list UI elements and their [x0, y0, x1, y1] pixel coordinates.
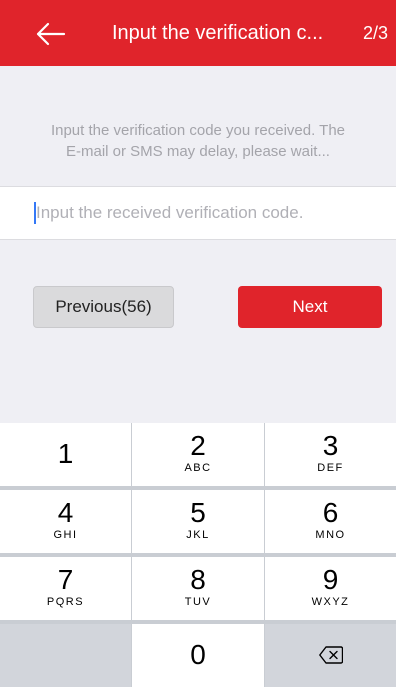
key-letters: MNO	[315, 529, 346, 541]
key-blank	[0, 624, 131, 687]
key-7[interactable]: 7 PQRS	[0, 557, 131, 620]
key-digit: 7	[57, 564, 74, 595]
header-bar: Input the verification c... 2/3	[0, 0, 396, 66]
key-digit: 5	[190, 497, 206, 528]
key-letters: ABC	[184, 462, 212, 474]
instruction-line-1: Input the verification code you received…	[50, 122, 346, 139]
arrow-left-icon[interactable]	[36, 22, 66, 46]
previous-button[interactable]: Previous(56)	[33, 286, 174, 328]
page-title: Input the verification c...	[112, 22, 324, 44]
key-letters: PQRS	[46, 596, 85, 608]
key-letters: GHI	[53, 529, 78, 541]
key-digit: 4	[57, 497, 74, 528]
key-6[interactable]: 6 MNO	[265, 490, 396, 553]
verification-code-row	[0, 186, 396, 240]
key-digit: 0	[190, 639, 206, 670]
key-digit: 1	[57, 438, 74, 469]
key-digit: 6	[322, 497, 339, 528]
instruction-text: Input the verification code you received…	[0, 120, 396, 162]
key-letters: WXYZ	[311, 596, 350, 608]
next-button[interactable]: Next	[238, 286, 382, 328]
key-letters: TUV	[184, 596, 212, 608]
key-letters: JKL	[186, 529, 210, 541]
key-4[interactable]: 4 GHI	[0, 490, 131, 553]
key-9[interactable]: 9 WXYZ	[265, 557, 396, 620]
key-digit: 8	[190, 564, 206, 595]
key-1[interactable]: 1	[0, 423, 131, 486]
key-digit: 3	[322, 430, 339, 461]
key-0[interactable]: 0	[132, 624, 264, 687]
delete-key[interactable]	[265, 624, 396, 687]
step-indicator: 2/3	[362, 23, 388, 43]
key-letters: DEF	[317, 462, 344, 474]
numeric-keypad: 1 2 ABC 3 DEF 4 GHI 5 JKL 6 MNO 7 PQRS 8…	[0, 423, 396, 687]
key-3[interactable]: 3 DEF	[265, 423, 396, 486]
key-digit: 9	[322, 564, 339, 595]
backspace-icon	[319, 646, 343, 664]
key-2[interactable]: 2 ABC	[132, 423, 264, 486]
verification-code-input[interactable]	[36, 187, 386, 239]
key-5[interactable]: 5 JKL	[132, 490, 264, 553]
key-8[interactable]: 8 TUV	[132, 557, 264, 620]
key-digit: 2	[190, 430, 206, 461]
instruction-line-2: E-mail or SMS may delay, please wait...	[66, 143, 330, 160]
